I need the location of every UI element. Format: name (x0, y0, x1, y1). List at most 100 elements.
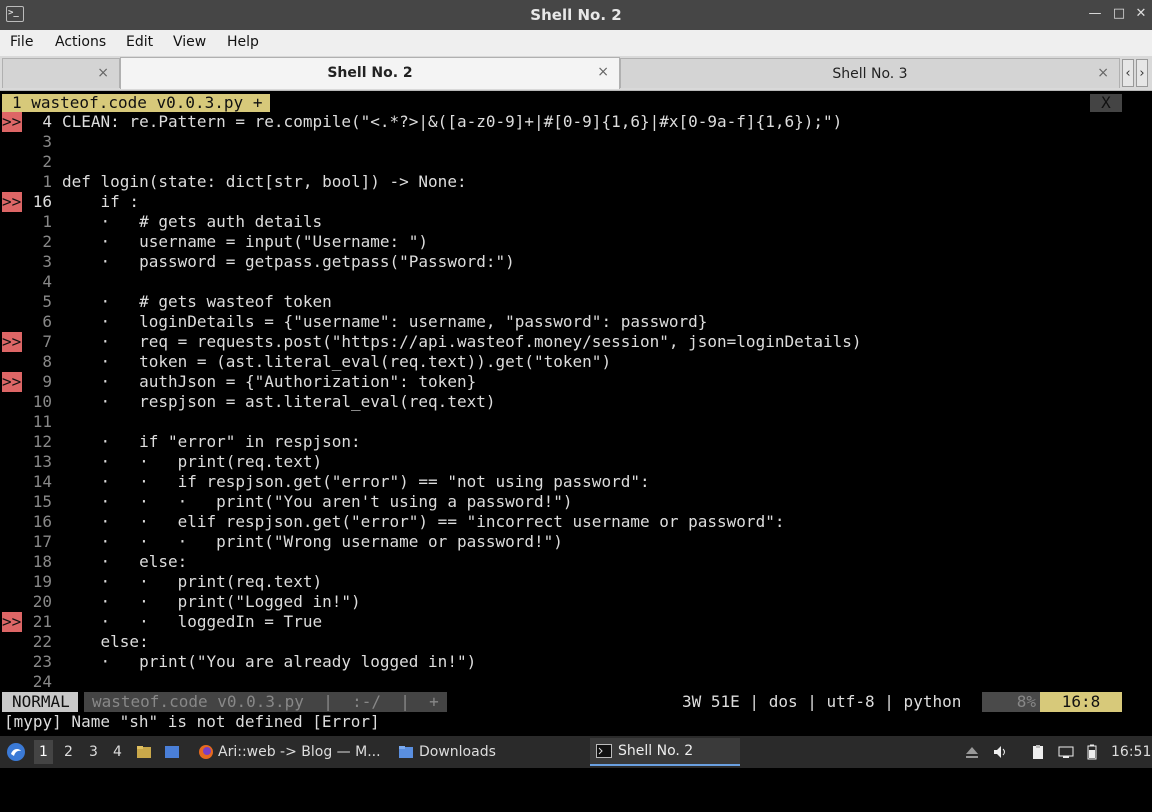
line-number: 16 (32, 192, 52, 211)
code-line: 20 · · print("Logged in!") (0, 592, 1152, 612)
line-number: 12 (32, 432, 52, 451)
tab-scroll-left-button[interactable]: ‹ (1122, 59, 1134, 87)
code-text[interactable]: · # gets auth details (62, 212, 323, 232)
clipboard-icon[interactable] (1030, 744, 1046, 760)
code-line: >> 9 · authJson = {"Authorization": token… (0, 372, 1152, 392)
menu-help[interactable]: Help (227, 34, 259, 50)
firefox-icon (199, 745, 213, 759)
code-text[interactable]: · · · print("You aren't using a password… (62, 492, 573, 512)
window-title: Shell No. 2 (530, 6, 622, 24)
code-text[interactable]: · # gets wasteof token (62, 292, 332, 312)
line-number: 15 (32, 492, 52, 511)
line-number: 7 (42, 332, 52, 351)
buffer-tab[interactable]: 1 wasteof.code v0.0.3.py + (2, 94, 271, 112)
window-titlebar[interactable]: >_ Shell No. 2 — □ ✕ (0, 0, 1152, 30)
tab-close-icon[interactable]: × (597, 64, 609, 80)
taskbar-shell-task[interactable]: Shell No. 2 (590, 738, 740, 766)
minimize-icon[interactable]: — (1086, 5, 1104, 23)
code-line: >> 21 · · loggedIn = True (0, 612, 1152, 632)
code-text[interactable]: · · · print("Wrong username or password!… (62, 532, 563, 552)
tab-close-icon[interactable]: × (1097, 65, 1109, 81)
code-line: 15 · · · print("You aren't using a passw… (0, 492, 1152, 512)
code-line: >> 7 · req = requests.post("https://api.w… (0, 332, 1152, 352)
code-line: 12 · if "error" in respjson: (0, 432, 1152, 452)
code-line: 3 (0, 132, 1152, 152)
code-line: 19 · · print(req.text) (0, 572, 1152, 592)
code-text[interactable]: · loginDetails = {"username": username, … (62, 312, 708, 332)
file-manager-icon[interactable] (136, 744, 152, 760)
line-number: 4 (42, 272, 52, 291)
code-text[interactable]: · · print(req.text) (62, 452, 323, 472)
code-text[interactable]: · req = requests.post("https://api.waste… (62, 332, 862, 352)
workspace-4[interactable]: 4 (113, 744, 122, 760)
menu-edit[interactable]: Edit (126, 34, 153, 50)
code-text[interactable]: · print("You are already logged in!") (62, 652, 477, 672)
code-text[interactable]: · token = (ast.literal_eval(req.text)).g… (62, 352, 612, 372)
tab-close-icon[interactable]: × (97, 65, 109, 81)
volume-icon[interactable] (992, 744, 1008, 760)
message-line: [mypy] Name "sh" is not defined [Error] (4, 712, 380, 731)
terminal-area[interactable]: 1 wasteof.code v0.0.3.py + X >> 4 CLEAN: r… (0, 92, 1152, 734)
maximize-icon[interactable]: □ (1110, 5, 1128, 23)
line-number: 18 (32, 552, 52, 571)
show-desktop-icon[interactable] (164, 744, 180, 760)
close-icon[interactable]: ✕ (1132, 5, 1150, 23)
code-line: 11 (0, 412, 1152, 432)
code-text[interactable]: · · loggedIn = True (62, 612, 323, 632)
line-number: 1 (42, 172, 52, 191)
taskbar-downloads-task[interactable]: Downloads (419, 744, 496, 760)
code-text[interactable]: · if "error" in respjson: (62, 432, 361, 452)
line-number: 8 (42, 352, 52, 371)
folder-icon (399, 746, 413, 758)
code-text[interactable]: · else: (62, 552, 188, 572)
line-number: 20 (32, 592, 52, 611)
code-text[interactable]: · · if respjson.get("error") == "not usi… (62, 472, 650, 492)
code-line: 14 · · if respjson.get("error") == "not … (0, 472, 1152, 492)
taskbar: 1 2 3 4 Ari::web -> Blog — M... Download… (0, 736, 1152, 768)
code-text[interactable]: else: (62, 632, 149, 652)
eject-icon[interactable] (964, 744, 980, 760)
code-text[interactable]: · username = input("Username: ") (62, 232, 429, 252)
code-text[interactable]: CLEAN: re.Pattern = re.compile("<.*?>|&(… (62, 112, 842, 132)
code-text[interactable]: · · print(req.text) (62, 572, 323, 592)
taskbar-shell-label: Shell No. 2 (618, 743, 694, 759)
line-number: 22 (32, 632, 52, 651)
start-menu-icon[interactable] (6, 742, 26, 762)
code-text[interactable]: · password = getpass.getpass("Password:"… (62, 252, 515, 272)
tab-shell-1[interactable]: × (2, 58, 120, 88)
tab-label: Shell No. 3 (832, 66, 908, 82)
code-text[interactable]: if : (62, 192, 140, 212)
statusline-info: 3W 51E | dos | utf-8 | python (682, 692, 962, 711)
code-text[interactable]: · · elif respjson.get("error") == "incor… (62, 512, 785, 532)
menu-file[interactable]: File (10, 34, 33, 50)
buffer-close-button[interactable]: X (1090, 94, 1122, 112)
code-text[interactable]: · · print("Logged in!") (62, 592, 361, 612)
line-number: 5 (42, 292, 52, 311)
battery-icon[interactable] (1084, 744, 1100, 760)
menu-bar: File Actions Edit View Help (0, 30, 1152, 56)
code-line: 18 · else: (0, 552, 1152, 572)
code-text[interactable]: def login(state: dict[str, bool]) -> Non… (62, 172, 467, 192)
code-text[interactable]: · respjson = ast.literal_eval(req.text) (62, 392, 496, 412)
line-number: 14 (32, 472, 52, 491)
tab-shell-2[interactable]: Shell No. 2 × (120, 57, 620, 89)
network-icon[interactable] (1058, 744, 1074, 760)
code-line: 2 (0, 152, 1152, 172)
tab-scroll-right-button[interactable]: › (1136, 59, 1148, 87)
line-number: 2 (42, 152, 52, 171)
menu-actions[interactable]: Actions (55, 34, 106, 50)
workspace-3[interactable]: 3 (89, 744, 98, 760)
line-number: 21 (32, 612, 52, 631)
workspace-1[interactable]: 1 (34, 740, 53, 764)
scroll-percent: 8% (982, 692, 1040, 712)
code-line: 22 else: (0, 632, 1152, 652)
menu-view[interactable]: View (173, 34, 206, 50)
code-line: 24 (0, 672, 1152, 692)
workspace-2[interactable]: 2 (64, 744, 73, 760)
line-number: 23 (32, 652, 52, 671)
tab-bar: × Shell No. 2 × Shell No. 3 × (0, 56, 1152, 91)
taskbar-firefox-task[interactable]: Ari::web -> Blog — M... (218, 744, 381, 760)
code-text[interactable]: · authJson = {"Authorization": token} (62, 372, 477, 392)
tab-shell-3[interactable]: Shell No. 3 × (620, 58, 1120, 88)
code-line: >> 16 if : (0, 192, 1152, 212)
